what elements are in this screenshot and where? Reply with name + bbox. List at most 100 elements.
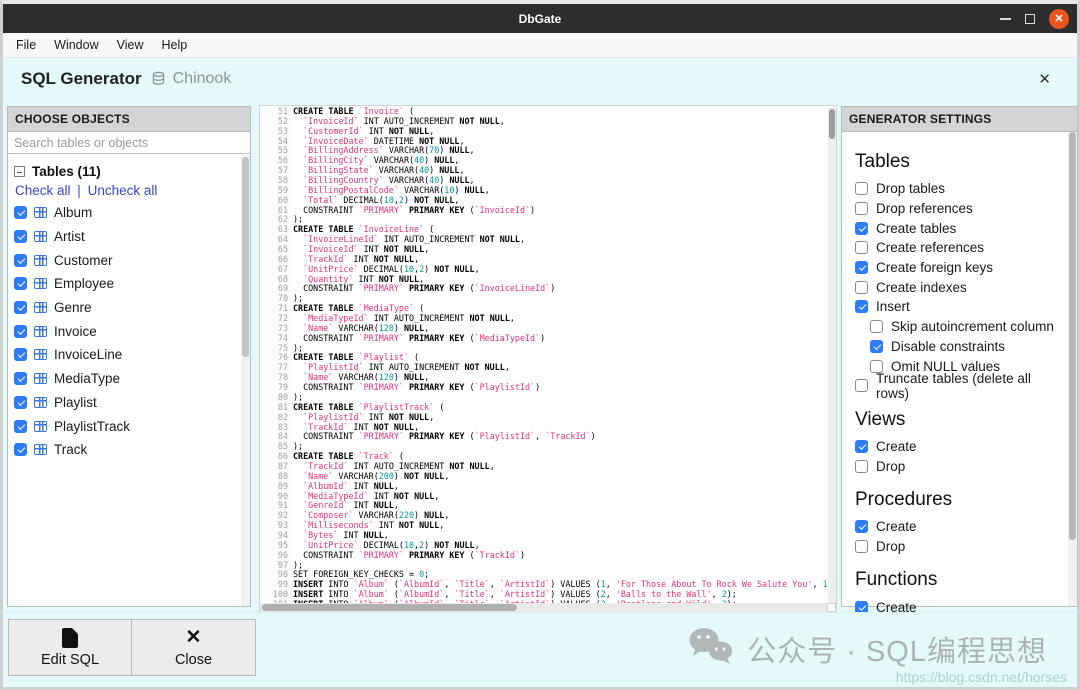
table-list-item[interactable]: Artist [14,225,244,249]
generator-settings-content: Tables Drop tables Drop references Create t… [842,132,1077,637]
table-checkbox[interactable] [14,301,27,315]
close-button[interactable]: ✕ Close [132,619,256,676]
tables-group-label: Tables (11) [32,164,101,179]
table-checkbox[interactable] [14,206,27,220]
table-icon [34,254,47,266]
table-list-item[interactable]: Track [14,438,244,462]
settings-checkbox[interactable] [855,379,868,393]
table-checkbox[interactable] [14,230,27,244]
settings-checkbox[interactable] [855,202,868,216]
table-list-item[interactable]: MediaType [14,367,244,391]
sql-code[interactable]: CREATE TABLE `Invoice` ( `InvoiceId` INT… [293,107,827,603]
settings-option[interactable]: Create foreign keys [855,258,1067,278]
close-window-icon[interactable]: ✕ [1049,8,1069,29]
settings-checkbox[interactable] [870,359,883,373]
settings-section-title: Tables [855,151,910,172]
settings-checkbox[interactable] [855,439,868,453]
table-checkbox[interactable] [14,277,27,291]
uncheck-all-link[interactable]: Uncheck all [88,183,158,198]
menu-item-window[interactable]: Window [45,33,107,57]
menu-item-file[interactable]: File [7,33,45,57]
settings-checkbox[interactable] [855,539,868,553]
table-name: Invoice [54,323,97,339]
settings-option[interactable]: Create references [855,238,1067,258]
menu-item-help[interactable]: Help [153,33,197,57]
search-input[interactable] [8,132,250,154]
title-bar: DbGate ✕ [3,4,1077,33]
settings-option[interactable]: Disable constraints [870,337,1067,357]
table-list-item[interactable]: Invoice [14,319,244,343]
settings-checkbox[interactable] [855,182,868,196]
settings-checkbox[interactable] [855,261,868,275]
settings-option[interactable]: Create tables [855,218,1067,238]
settings-option[interactable]: Create [855,437,1067,457]
table-name: Artist [54,229,85,245]
main-area: CHOOSE OBJECTS Tables (11) Check all | U… [3,99,1078,634]
table-list-item[interactable]: PlaylistTrack [14,414,244,438]
table-list-item[interactable]: Playlist [14,391,244,415]
settings-option[interactable]: Drop references [855,199,1067,219]
table-name: Album [54,205,93,221]
table-checkbox[interactable] [14,443,27,457]
settings-option-label: Create indexes [876,279,967,295]
table-list-item[interactable]: Genre [14,296,244,320]
left-panel-scrollbar[interactable] [241,155,250,606]
settings-option-label: Create [876,519,917,535]
settings-checkbox[interactable] [870,339,883,353]
settings-option[interactable]: Drop [855,456,1067,476]
settings-option-label: Drop references [876,201,973,217]
settings-checkbox[interactable] [855,280,868,294]
menu-item-view[interactable]: View [108,33,153,57]
settings-option[interactable]: Create indexes [855,277,1067,297]
settings-checkbox[interactable] [855,221,868,235]
check-all-link[interactable]: Check all [15,183,71,198]
settings-option-label: Drop tables [876,181,946,197]
collapse-icon[interactable] [14,166,25,177]
close-dialog-icon[interactable]: ✕ [1038,70,1051,88]
settings-scrollbar[interactable] [1068,132,1077,606]
settings-checkbox[interactable] [855,300,868,314]
table-checkbox[interactable] [14,253,27,267]
settings-checkbox[interactable] [870,320,883,334]
editor-horizontal-scrollbar[interactable] [260,603,827,612]
table-list-item[interactable]: Customer [14,248,244,272]
table-name: Customer [54,252,113,268]
watermark-url: https://blog.csdn.net/horses [895,669,1067,685]
choose-objects-panel: CHOOSE OBJECTS Tables (11) Check all | U… [7,106,251,607]
settings-section-title: Views [855,408,906,430]
footer-bar: Edit SQL ✕ Close 公众号 · SQL编程思想 https://b… [3,612,1077,687]
settings-checkbox[interactable] [855,520,868,534]
settings-checkbox[interactable] [855,241,868,255]
edit-sql-button[interactable]: Edit SQL [8,619,132,676]
settings-option[interactable]: Skip autoincrement column [870,317,1067,337]
settings-option[interactable]: Insert [855,297,1067,317]
editor-vertical-scrollbar[interactable] [828,107,836,603]
dialog-header: SQL Generator Chinook ✕ [3,58,1077,99]
object-list: Tables (11) Check all | Uncheck all Albu… [8,154,250,462]
settings-option-label: Drop [876,458,906,474]
table-checkbox[interactable] [14,419,27,433]
table-list-item[interactable]: InvoiceLine [14,343,244,367]
table-icon [34,325,47,337]
table-list-item[interactable]: Album [14,201,244,225]
table-checkbox[interactable] [14,372,27,386]
settings-option-label: Create [876,438,917,454]
table-checkbox[interactable] [14,395,27,409]
settings-option[interactable]: Drop tables [855,179,1067,199]
table-list-item[interactable]: Employee [14,272,244,296]
table-checkbox[interactable] [14,324,27,338]
settings-option[interactable]: Truncate tables (delete all rows) [855,371,1067,401]
minimize-icon[interactable] [1000,17,1011,20]
settings-checkbox[interactable] [855,459,868,473]
dbgate-window: DbGate ✕ File Window View Help SQL Generato… [0,0,1080,690]
table-items: Album Artist Customer Employee Genre Invoice I… [14,201,244,462]
table-checkbox[interactable] [14,348,27,362]
settings-option[interactable]: Create [855,517,1067,537]
settings-option[interactable]: Drop [855,537,1067,557]
sql-editor[interactable]: 51 52 53 54 55 56 57 58 59 60 61 62 63 64 65 66 67 68 69 70… [259,105,837,613]
settings-option-label: Insert [876,299,910,315]
maximize-icon[interactable] [1025,13,1035,24]
tables-group-row[interactable]: Tables (11) [14,161,244,182]
table-name: Employee [54,276,115,292]
watermark-text: 公众号 · SQL编程思想 [747,635,1047,668]
